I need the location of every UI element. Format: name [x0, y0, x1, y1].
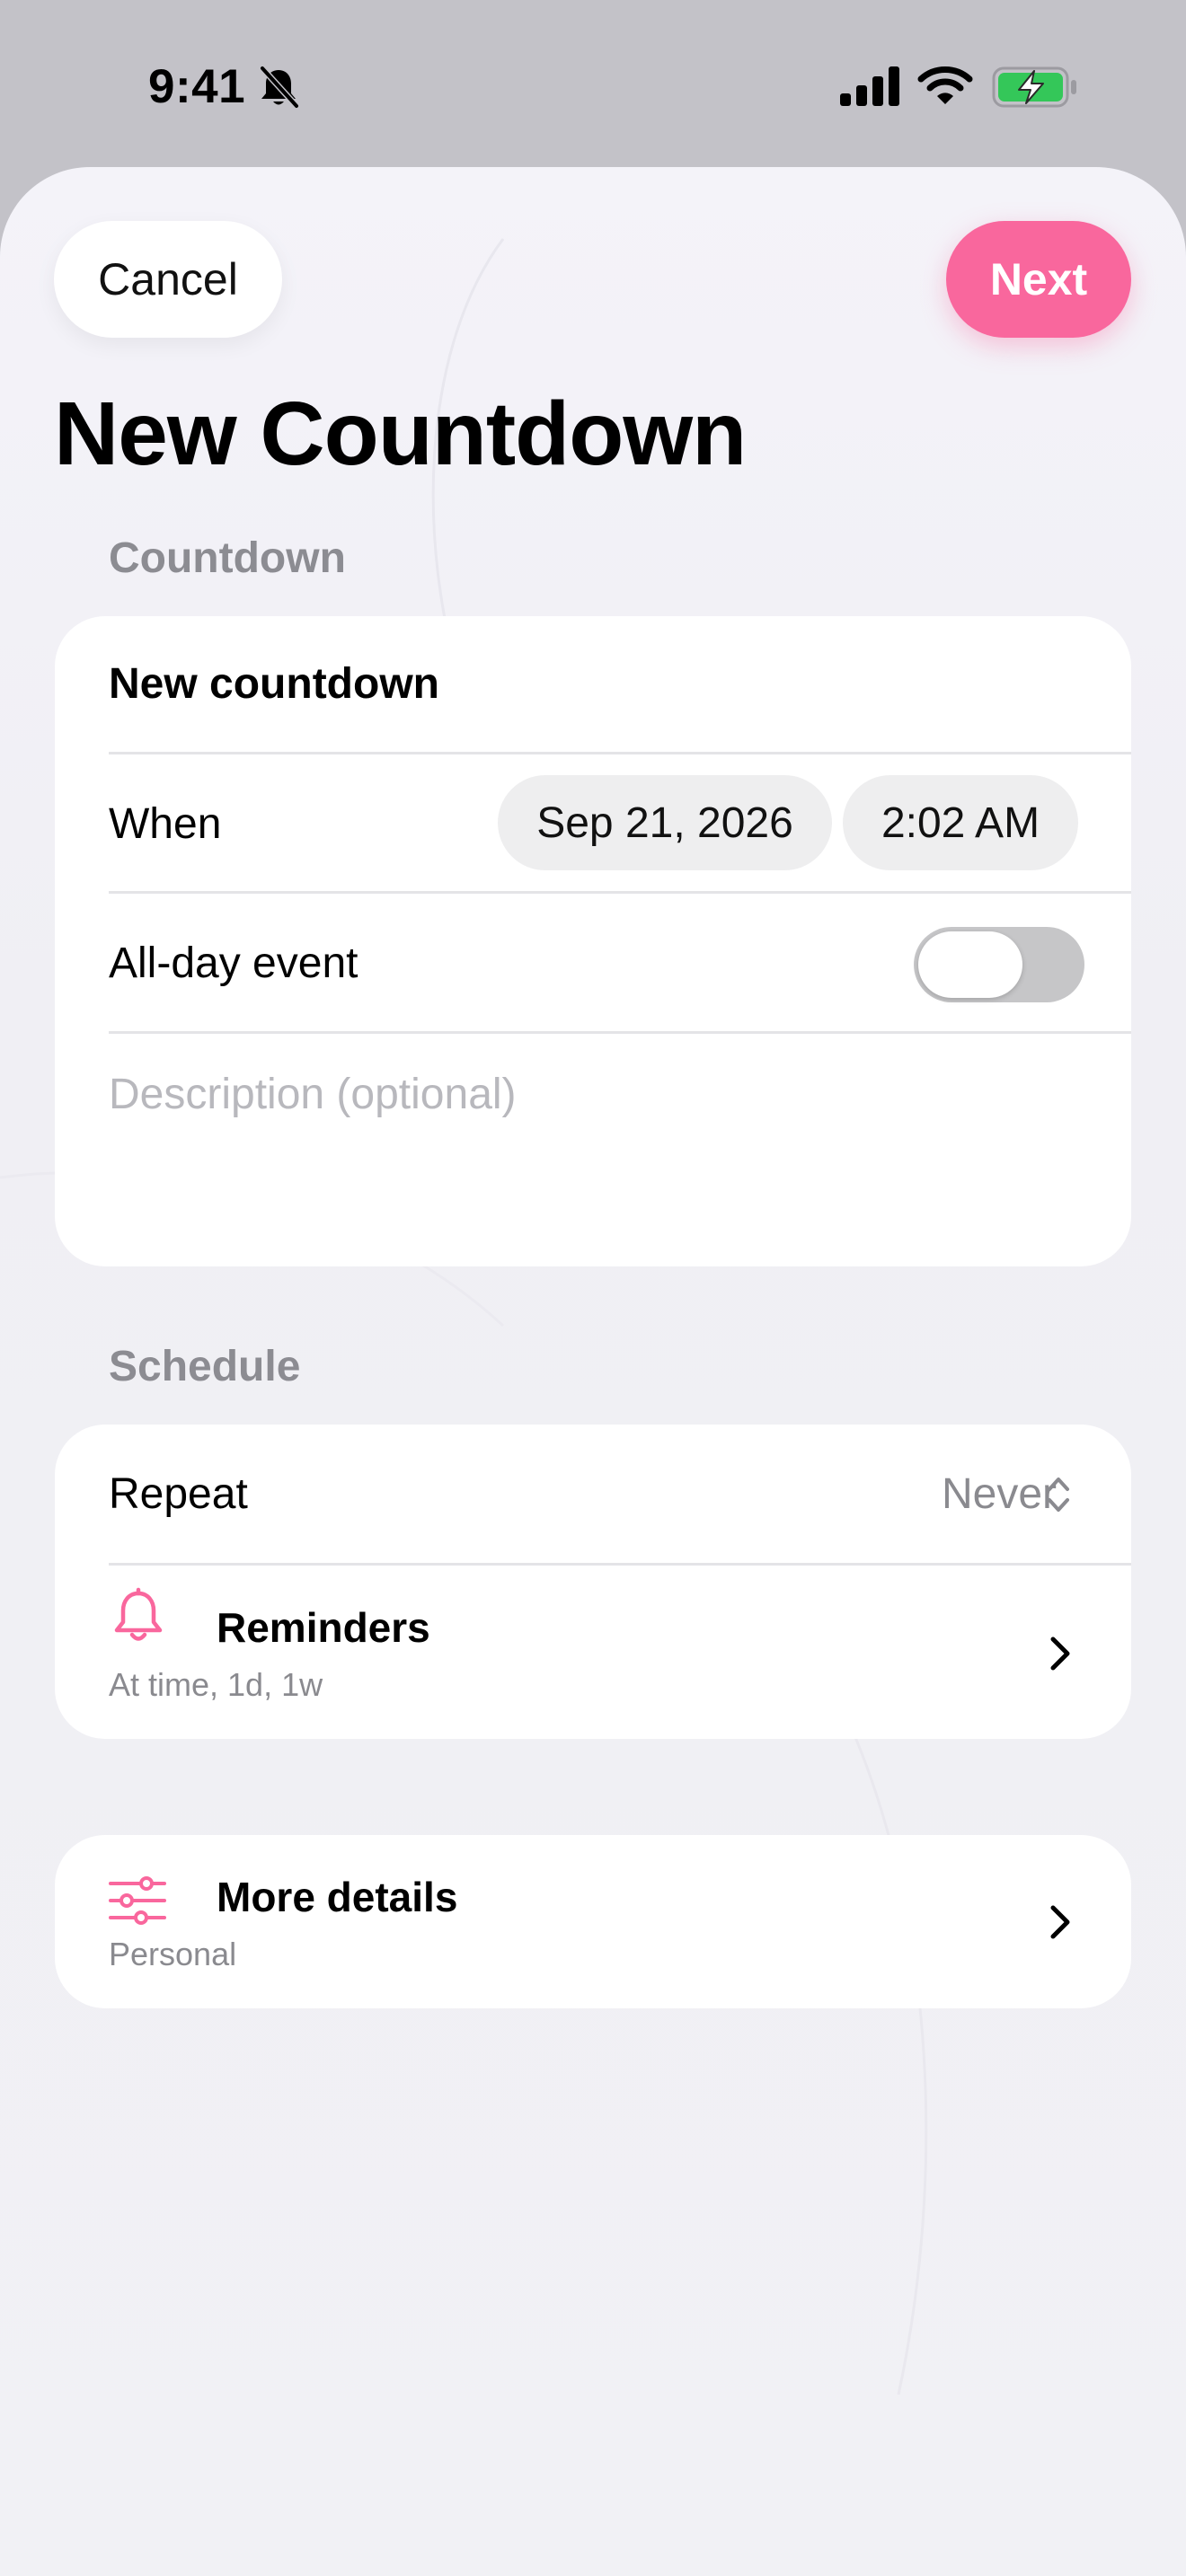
- toggle-knob: [918, 931, 1022, 998]
- sliders-icon: [109, 1876, 166, 1925]
- chevron-right-icon: [1050, 1905, 1070, 1939]
- status-time: 9:41: [148, 60, 246, 113]
- reminders-subtitle: At time, 1d, 1w: [109, 1666, 323, 1703]
- countdown-card: New countdown When Sep 21, 2026 2:02 AM …: [55, 616, 1131, 1266]
- more-details-card[interactable]: More details Personal: [55, 1835, 1131, 2008]
- chevron-right-icon: [1050, 1636, 1070, 1671]
- schedule-section-header: Schedule: [109, 1343, 301, 1390]
- cellular-signal-icon: [840, 66, 899, 106]
- repeat-label: Repeat: [109, 1470, 248, 1518]
- page-title: New Countdown: [54, 384, 747, 484]
- more-details-subtitle: Personal: [109, 1936, 237, 1972]
- wifi-icon: [917, 66, 973, 104]
- when-label: When: [109, 800, 222, 848]
- all-day-label: All-day event: [109, 940, 358, 987]
- reminders-title: Reminders: [217, 1604, 430, 1651]
- all-day-toggle[interactable]: [914, 927, 1084, 1002]
- bell-slash-icon: [259, 65, 300, 110]
- chevron-up-down-icon: [1048, 1478, 1069, 1512]
- battery-charging-icon: [992, 66, 1076, 108]
- repeat-row[interactable]: Repeat Never: [55, 1425, 1131, 1563]
- status-bar: 9:41: [0, 0, 1186, 167]
- name-row[interactable]: New countdown: [55, 616, 1131, 753]
- bell-icon: [114, 1587, 163, 1641]
- schedule-card: Repeat Never Reminders At time, 1d, 1w: [55, 1425, 1131, 1739]
- when-row: When Sep 21, 2026 2:02 AM: [55, 754, 1131, 891]
- countdown-section-header: Countdown: [109, 534, 346, 582]
- cancel-button[interactable]: Cancel: [54, 221, 282, 338]
- all-day-row: All-day event: [55, 894, 1131, 1031]
- reminders-row[interactable]: Reminders At time, 1d, 1w: [55, 1566, 1131, 1739]
- name-field[interactable]: New countdown: [109, 659, 439, 709]
- description-row[interactable]: Description (optional): [55, 1034, 1131, 1266]
- time-picker-button[interactable]: 2:02 AM: [843, 775, 1078, 870]
- new-countdown-sheet: Cancel Next New Countdown Countdown New …: [0, 167, 1186, 2576]
- date-picker-button[interactable]: Sep 21, 2026: [498, 775, 832, 870]
- repeat-value[interactable]: Never: [942, 1469, 1057, 1519]
- more-details-title: More details: [217, 1874, 458, 1920]
- next-button[interactable]: Next: [946, 221, 1131, 338]
- description-input[interactable]: Description (optional): [109, 1070, 517, 1119]
